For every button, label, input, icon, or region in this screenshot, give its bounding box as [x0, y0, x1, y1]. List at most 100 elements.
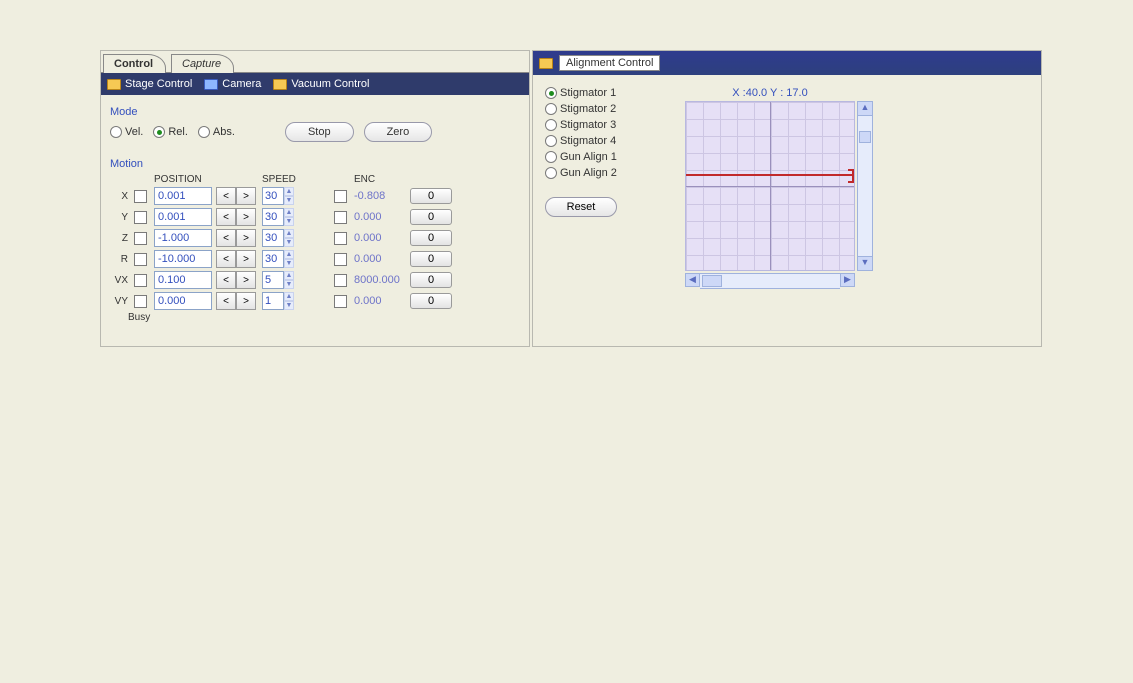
axis-label: X: [110, 191, 130, 202]
axis-enable-checkbox[interactable]: [134, 232, 147, 245]
alignment-radio[interactable]: Stigmator 2: [545, 103, 665, 115]
axis-enable-checkbox[interactable]: [134, 253, 147, 266]
enc-enable-checkbox[interactable]: [334, 232, 347, 245]
position-input[interactable]: [154, 208, 212, 226]
enc-enable-checkbox[interactable]: [334, 253, 347, 266]
zero-button[interactable]: Zero: [364, 122, 433, 142]
xy-plot[interactable]: [685, 101, 855, 271]
speed-input[interactable]: [262, 250, 284, 268]
spin-down-icon[interactable]: ▼: [284, 238, 294, 247]
spin-up-icon[interactable]: ▲: [284, 229, 294, 238]
jog-minus-button[interactable]: <: [216, 229, 236, 247]
spin-up-icon[interactable]: ▲: [284, 271, 294, 280]
jog-plus-button[interactable]: >: [236, 271, 256, 289]
alignment-radio-label: Stigmator 4: [560, 135, 616, 147]
spin-up-icon[interactable]: ▲: [284, 292, 294, 301]
axis-zero-button[interactable]: 0: [410, 293, 452, 309]
camera-icon: [204, 79, 218, 90]
scroll-right-icon[interactable]: ▶: [840, 273, 855, 287]
position-input[interactable]: [154, 229, 212, 247]
subtab-stage[interactable]: Stage Control: [107, 78, 192, 90]
jog-plus-button[interactable]: >: [236, 187, 256, 205]
spin-down-icon[interactable]: ▼: [284, 196, 294, 205]
enc-enable-checkbox[interactable]: [334, 190, 347, 203]
position-input[interactable]: [154, 187, 212, 205]
axis-label: R: [110, 254, 130, 265]
plot-trace: [686, 174, 854, 176]
enc-enable-checkbox[interactable]: [334, 211, 347, 224]
spin-up-icon[interactable]: ▲: [284, 250, 294, 259]
subtab-vacuum[interactable]: Vacuum Control: [273, 78, 369, 90]
subtab-camera[interactable]: Camera: [204, 78, 261, 90]
enc-enable-checkbox[interactable]: [334, 295, 347, 308]
axis-zero-button[interactable]: 0: [410, 209, 452, 225]
alignment-radio[interactable]: Stigmator 3: [545, 119, 665, 131]
spin-down-icon[interactable]: ▼: [284, 217, 294, 226]
folder-icon: [107, 79, 121, 90]
alignment-radio-label: Stigmator 3: [560, 119, 616, 131]
spin-down-icon[interactable]: ▼: [284, 280, 294, 289]
plot-hscroll[interactable]: ◀ ▶: [685, 273, 855, 289]
spin-up-icon[interactable]: ▲: [284, 208, 294, 217]
speed-input[interactable]: [262, 292, 284, 310]
axis-enable-checkbox[interactable]: [134, 274, 147, 287]
tab-capture[interactable]: Capture: [171, 54, 234, 73]
jog-plus-button[interactable]: >: [236, 292, 256, 310]
subtab-camera-label: Camera: [222, 78, 261, 90]
spin-down-icon[interactable]: ▼: [284, 301, 294, 310]
plot-vscroll[interactable]: ▲ ▼: [857, 101, 873, 271]
plot-area: X :40.0 Y : 17.0 ◀ ▶: [665, 87, 1029, 289]
radio-abs[interactable]: Abs.: [198, 126, 235, 138]
motion-group: Motion POSITION SPEED ENC X < > ▲▼: [109, 157, 521, 324]
jog-plus-button[interactable]: >: [236, 229, 256, 247]
speed-input[interactable]: [262, 208, 284, 226]
jog-plus-button[interactable]: >: [236, 250, 256, 268]
position-input[interactable]: [154, 271, 212, 289]
radio-vel[interactable]: Vel.: [110, 126, 143, 138]
hdr-position: POSITION: [154, 174, 212, 185]
spin-down-icon[interactable]: ▼: [284, 259, 294, 268]
speed-input[interactable]: [262, 271, 284, 289]
axis-zero-button[interactable]: 0: [410, 272, 452, 288]
jog-minus-button[interactable]: <: [216, 271, 236, 289]
axis-enable-checkbox[interactable]: [134, 211, 147, 224]
folder-icon: [539, 58, 553, 69]
stop-button[interactable]: Stop: [285, 122, 354, 142]
alignment-radio-list: Stigmator 1 Stigmator 2 Stigmator 3 Stig…: [545, 87, 665, 289]
alignment-radio-label: Stigmator 2: [560, 103, 616, 115]
enc-value: 0.000: [354, 295, 406, 307]
jog-minus-button[interactable]: <: [216, 250, 236, 268]
subtab-vacuum-label: Vacuum Control: [291, 78, 369, 90]
alignment-radio[interactable]: Gun Align 2: [545, 167, 665, 179]
position-input[interactable]: [154, 292, 212, 310]
axis-label: VY: [110, 296, 130, 307]
speed-input[interactable]: [262, 187, 284, 205]
reset-button[interactable]: Reset: [545, 197, 617, 217]
axis-enable-checkbox[interactable]: [134, 295, 147, 308]
jog-minus-button[interactable]: <: [216, 187, 236, 205]
position-input[interactable]: [154, 250, 212, 268]
jog-minus-button[interactable]: <: [216, 292, 236, 310]
jog-minus-button[interactable]: <: [216, 208, 236, 226]
scroll-left-icon[interactable]: ◀: [685, 273, 700, 287]
axis-zero-button[interactable]: 0: [410, 230, 452, 246]
plot-coords: X :40.0 Y : 17.0: [685, 87, 855, 99]
alignment-radio[interactable]: Stigmator 4: [545, 135, 665, 147]
jog-plus-button[interactable]: >: [236, 208, 256, 226]
scroll-up-icon[interactable]: ▲: [857, 101, 873, 116]
radio-rel[interactable]: Rel.: [153, 126, 188, 138]
axis-label: VX: [110, 275, 130, 286]
axis-zero-button[interactable]: 0: [410, 188, 452, 204]
enc-enable-checkbox[interactable]: [334, 274, 347, 287]
hdr-speed: SPEED: [262, 174, 296, 185]
tab-control[interactable]: Control: [103, 54, 166, 73]
alignment-radio[interactable]: Stigmator 1: [545, 87, 665, 99]
panel-body: Mode Vel. Rel. Abs. Stop Zero: [101, 95, 529, 346]
axis-zero-button[interactable]: 0: [410, 251, 452, 267]
speed-input[interactable]: [262, 229, 284, 247]
axis-enable-checkbox[interactable]: [134, 190, 147, 203]
spin-up-icon[interactable]: ▲: [284, 187, 294, 196]
alignment-radio[interactable]: Gun Align 1: [545, 151, 665, 163]
mode-group: Mode Vel. Rel. Abs. Stop Zero: [109, 105, 521, 143]
scroll-down-icon[interactable]: ▼: [857, 256, 873, 271]
